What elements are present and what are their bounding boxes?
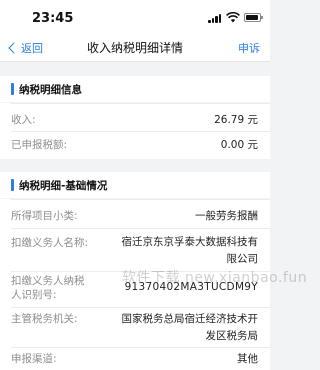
- divider: [11, 131, 270, 132]
- battery-icon: [244, 13, 263, 22]
- divider: [11, 347, 270, 348]
- income-value: 26.79 元: [214, 114, 258, 126]
- declared-tax-value: 0.00 元: [220, 139, 258, 151]
- divider: [11, 307, 270, 308]
- tax-authority-value-line2: 发区税务局: [205, 330, 259, 342]
- section-title: 纳税明细-基础情况: [19, 180, 108, 192]
- status-time: 23:45: [32, 11, 74, 26]
- income-item-subtype-value: 一般劳务报酬: [195, 210, 258, 222]
- withholder-name-label: 扣缴义务人名称:: [11, 237, 89, 249]
- income-label: 收入:: [11, 114, 36, 126]
- divider: [11, 103, 270, 104]
- section-accent-bar: [11, 83, 14, 95]
- section-header-basic-info: 纳税明细-基础情况: [0, 172, 270, 198]
- tax-authority-label: 主管税务机关:: [11, 313, 78, 325]
- tax-detail-card: 收入: 26.79 元 已申报税额: 0.00 元: [0, 103, 270, 159]
- divider: [11, 199, 270, 200]
- section-header-tax-detail: 纳税明细信息: [0, 76, 270, 102]
- divider: [11, 228, 270, 229]
- page-title: 收入纳税明细详情: [86, 41, 183, 55]
- withholder-tax-id-label-line1: 扣缴义务人纳税: [11, 275, 85, 287]
- wifi-icon: [226, 12, 240, 23]
- income-item-subtype-label: 所得项目小类:: [11, 210, 78, 222]
- nav-bar: 返回 收入纳税明细详情 申诉: [0, 32, 270, 62]
- status-bar: 23:45: [0, 0, 270, 32]
- section-accent-bar: [11, 179, 14, 191]
- cellular-signal-icon: [208, 14, 222, 23]
- filing-channel-value: 其他: [237, 353, 258, 365]
- withholder-name-value-line1: 宿迁京东京孚泰大数据科技有: [121, 236, 259, 248]
- withholder-tax-id-label-line2: 人识别号:: [11, 289, 57, 301]
- tax-authority-value-line1: 国家税务总局宿迁经济技术开: [121, 313, 259, 325]
- appeal-button[interactable]: 申诉: [238, 40, 260, 56]
- filing-channel-label: 申报渠道:: [11, 353, 57, 365]
- watermark-text: 软件下载 new.xianbao.fun: [122, 270, 308, 286]
- declared-tax-label: 已申报税额:: [11, 139, 68, 151]
- withholder-name-value-line2: 限公司: [226, 253, 259, 265]
- section-title: 纳税明细信息: [19, 84, 82, 96]
